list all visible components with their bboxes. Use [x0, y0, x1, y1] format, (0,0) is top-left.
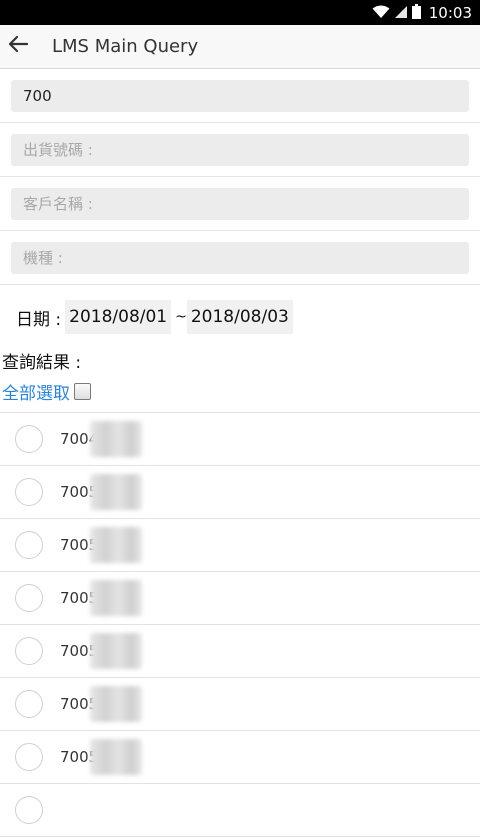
radio-button[interactable] — [15, 796, 43, 824]
list-item[interactable]: 7005 — [0, 466, 480, 519]
redacted-mask — [90, 421, 142, 457]
list-item[interactable]: 7005 — [0, 625, 480, 678]
redacted-mask — [90, 739, 142, 775]
query-input[interactable]: 700 — [11, 80, 469, 112]
date-separator: ~ — [175, 309, 187, 325]
list-item[interactable]: 7005 — [0, 731, 480, 784]
shipment-no-row: 出貨號碼 : — [0, 123, 480, 177]
customer-name-row: 客戶名稱 : — [0, 177, 480, 231]
results-list: 7004 7005 7005 7005 7005 7005 7005 — [0, 412, 480, 837]
customer-name-input[interactable]: 客戶名稱 : — [11, 188, 469, 220]
query-row: 700 — [0, 69, 480, 123]
status-time: 10:03 — [428, 4, 472, 22]
page-title: LMS Main Query — [52, 36, 199, 57]
status-icons: 10:03 — [372, 3, 472, 23]
date-label: 日期 : — [16, 309, 62, 330]
redacted-mask — [90, 474, 142, 510]
select-all-link[interactable]: 全部選取 — [2, 379, 70, 404]
select-all-row: 全部選取 — [2, 379, 91, 404]
start-date-field[interactable]: 2018/08/01 — [65, 300, 172, 334]
list-item[interactable] — [0, 784, 480, 837]
app-bar: LMS Main Query — [0, 25, 480, 69]
radio-button[interactable] — [15, 531, 43, 559]
model-input[interactable]: 機種 : — [11, 242, 469, 274]
signal-icon — [394, 4, 408, 23]
date-range: 日期 : 2018/08/01 ~ 2018/08/03 — [16, 300, 293, 334]
redacted-mask — [90, 580, 142, 616]
list-item[interactable]: 7005 — [0, 519, 480, 572]
radio-button[interactable] — [15, 478, 43, 506]
radio-button[interactable] — [15, 425, 43, 453]
status-bar: 10:03 — [0, 0, 480, 25]
end-date-field[interactable]: 2018/08/03 — [186, 300, 293, 334]
redacted-mask — [90, 527, 142, 563]
radio-button[interactable] — [15, 637, 43, 665]
redacted-mask — [90, 686, 142, 722]
wifi-icon — [372, 4, 390, 23]
results-label: 查詢結果 : — [2, 353, 82, 373]
radio-button[interactable] — [15, 743, 43, 771]
radio-button[interactable] — [15, 584, 43, 612]
select-all-checkbox[interactable] — [74, 383, 91, 400]
shipment-no-input[interactable]: 出貨號碼 : — [11, 134, 469, 166]
redacted-mask — [90, 633, 142, 669]
list-item[interactable]: 7005 — [0, 678, 480, 731]
list-item[interactable]: 7004 — [0, 413, 480, 466]
model-row: 機種 : — [0, 231, 480, 285]
arrow-left-icon — [8, 35, 29, 57]
radio-button[interactable] — [15, 690, 43, 718]
list-item[interactable]: 7005 — [0, 572, 480, 625]
back-button[interactable] — [6, 34, 30, 58]
battery-icon — [411, 3, 421, 23]
